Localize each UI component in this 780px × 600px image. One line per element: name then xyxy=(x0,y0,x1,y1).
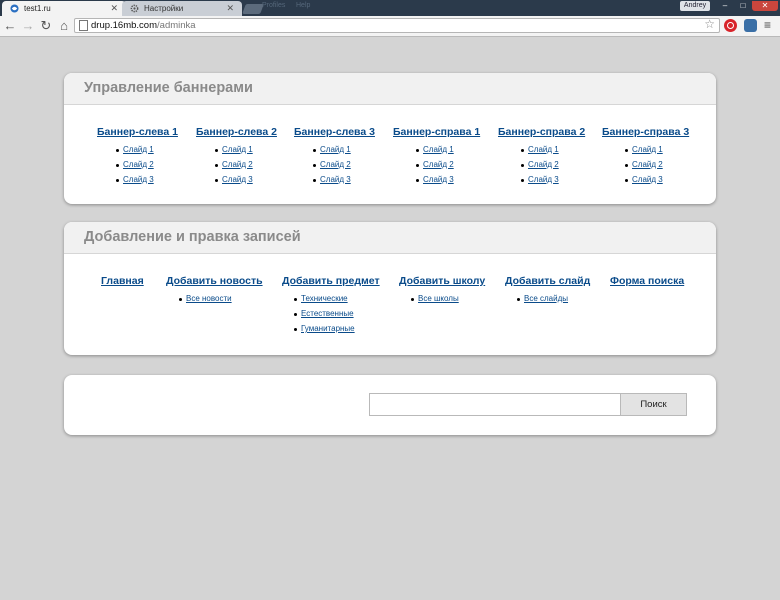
tab-settings[interactable]: Настройки ✕ xyxy=(122,1,242,16)
banner-group-link[interactable]: Баннер-справа 2 xyxy=(498,126,585,138)
slide-link[interactable]: Слайд 2 xyxy=(313,160,375,175)
slide-link[interactable]: Слайд 2 xyxy=(116,160,178,175)
page-favicon-icon xyxy=(10,4,19,13)
banners-panel: Управление баннерами Баннер-слева 1 Слай… xyxy=(64,73,716,204)
slide-link[interactable]: Слайд 3 xyxy=(415,175,480,190)
maximize-icon[interactable]: □ xyxy=(734,1,752,11)
all-slides-link[interactable]: Все слайды xyxy=(516,294,590,309)
records-group: Добавить предмет Технические Естественны… xyxy=(282,275,380,339)
slide-link[interactable]: Слайд 2 xyxy=(624,160,689,175)
all-news-link[interactable]: Все новости xyxy=(179,294,263,309)
slide-link[interactable]: Слайд 3 xyxy=(313,175,375,190)
add-school-link[interactable]: Добавить школу xyxy=(399,275,485,287)
records-group: Добавить слайд Все слайды xyxy=(505,275,590,309)
home-icon[interactable]: ⌂ xyxy=(56,18,72,34)
banner-group: Баннер-слева 2 Слайд 1 Слайд 2 Слайд 3 xyxy=(196,126,277,190)
hamburger-menu-icon[interactable]: ≡ xyxy=(764,19,775,32)
back-arrow-icon[interactable]: ← xyxy=(2,18,18,34)
subject-link[interactable]: Технические xyxy=(294,294,380,309)
url-path: /adminka xyxy=(157,20,196,31)
new-tab-button[interactable] xyxy=(242,4,264,14)
tab-close-icon[interactable]: ✕ xyxy=(110,1,118,16)
tab-label: test1.ru xyxy=(24,4,51,13)
browser-titlebar: test1.ru ✕ Настройки ✕ Profiles Help And… xyxy=(0,0,780,16)
home-link[interactable]: Главная xyxy=(101,275,144,287)
slide-link[interactable]: Слайд 3 xyxy=(116,175,178,190)
slide-link[interactable]: Слайд 3 xyxy=(624,175,689,190)
extension-opera-icon[interactable] xyxy=(724,19,737,32)
faded-menu-item: Help xyxy=(296,2,311,9)
page-icon xyxy=(79,20,88,31)
records-group: Форма поиска xyxy=(610,275,684,287)
forward-arrow-icon[interactable]: → xyxy=(20,18,36,34)
url-text: drup.16mb.com/adminka xyxy=(91,19,196,32)
slide-link[interactable]: Слайд 3 xyxy=(520,175,585,190)
tab-test1[interactable]: test1.ru ✕ xyxy=(2,1,126,16)
slide-link[interactable]: Слайд 3 xyxy=(215,175,277,190)
records-panel: Добавление и правка записей Главная Доба… xyxy=(64,222,716,355)
banner-group: Баннер-слева 3 Слайд 1 Слайд 2 Слайд 3 xyxy=(294,126,375,190)
banner-group-link[interactable]: Баннер-справа 1 xyxy=(393,126,480,138)
reload-icon[interactable]: ↻ xyxy=(38,18,54,34)
search-form-link[interactable]: Форма поиска xyxy=(610,275,684,287)
slide-link[interactable]: Слайд 1 xyxy=(520,145,585,160)
slide-link[interactable]: Слайд 1 xyxy=(116,145,178,160)
slide-link[interactable]: Слайд 2 xyxy=(520,160,585,175)
slide-link[interactable]: Слайд 1 xyxy=(415,145,480,160)
records-panel-title: Добавление и правка записей xyxy=(64,222,716,254)
banner-group-link[interactable]: Баннер-справа 3 xyxy=(602,126,689,138)
slide-link[interactable]: Слайд 1 xyxy=(313,145,375,160)
banner-group: Баннер-справа 1 Слайд 1 Слайд 2 Слайд 3 xyxy=(393,126,480,190)
search-input[interactable] xyxy=(369,393,621,416)
address-bar[interactable]: drup.16mb.com/adminka ☆ xyxy=(74,18,720,33)
close-window-icon[interactable]: ✕ xyxy=(752,1,778,11)
browser-toolbar: ← → ↻ ⌂ drup.16mb.com/adminka ☆ ≡ xyxy=(0,16,780,37)
add-news-link[interactable]: Добавить новость xyxy=(166,275,263,287)
faded-menu-item: Profiles xyxy=(262,2,286,9)
banner-group: Баннер-справа 2 Слайд 1 Слайд 2 Слайд 3 xyxy=(498,126,585,190)
add-subject-link[interactable]: Добавить предмет xyxy=(282,275,380,287)
gear-icon xyxy=(130,4,139,13)
search-panel: Поиск xyxy=(64,375,716,435)
slide-link[interactable]: Слайд 1 xyxy=(215,145,277,160)
banners-panel-title: Управление баннерами xyxy=(64,73,716,105)
search-button[interactable]: Поиск xyxy=(620,393,687,416)
all-schools-link[interactable]: Все школы xyxy=(410,294,485,309)
slide-link[interactable]: Слайд 2 xyxy=(415,160,480,175)
records-group: Добавить школу Все школы xyxy=(399,275,485,309)
url-host: drup.16mb.com xyxy=(91,20,158,31)
banner-group-link[interactable]: Баннер-слева 1 xyxy=(97,126,178,138)
banner-group: Баннер-справа 3 Слайд 1 Слайд 2 Слайд 3 xyxy=(602,126,689,190)
records-group: Главная xyxy=(101,275,144,287)
banner-group-link[interactable]: Баннер-слева 3 xyxy=(294,126,375,138)
subject-link[interactable]: Естественные xyxy=(294,309,380,324)
slide-link[interactable]: Слайд 1 xyxy=(624,145,689,160)
records-group: Добавить новость Все новости xyxy=(166,275,263,309)
extension-shield-icon[interactable] xyxy=(744,19,757,32)
minimize-icon[interactable]: – xyxy=(716,1,734,11)
tab-label: Настройки xyxy=(144,4,184,13)
tab-close-icon[interactable]: ✕ xyxy=(226,1,234,16)
subject-link[interactable]: Гуманитарные xyxy=(294,324,380,339)
slide-link[interactable]: Слайд 2 xyxy=(215,160,277,175)
banner-group-link[interactable]: Баннер-слева 2 xyxy=(196,126,277,138)
user-profile-button[interactable]: Andrey xyxy=(680,1,710,11)
bookmark-star-icon[interactable]: ☆ xyxy=(704,18,715,31)
banner-group: Баннер-слева 1 Слайд 1 Слайд 2 Слайд 3 xyxy=(97,126,178,190)
add-slide-link[interactable]: Добавить слайд xyxy=(505,275,590,287)
